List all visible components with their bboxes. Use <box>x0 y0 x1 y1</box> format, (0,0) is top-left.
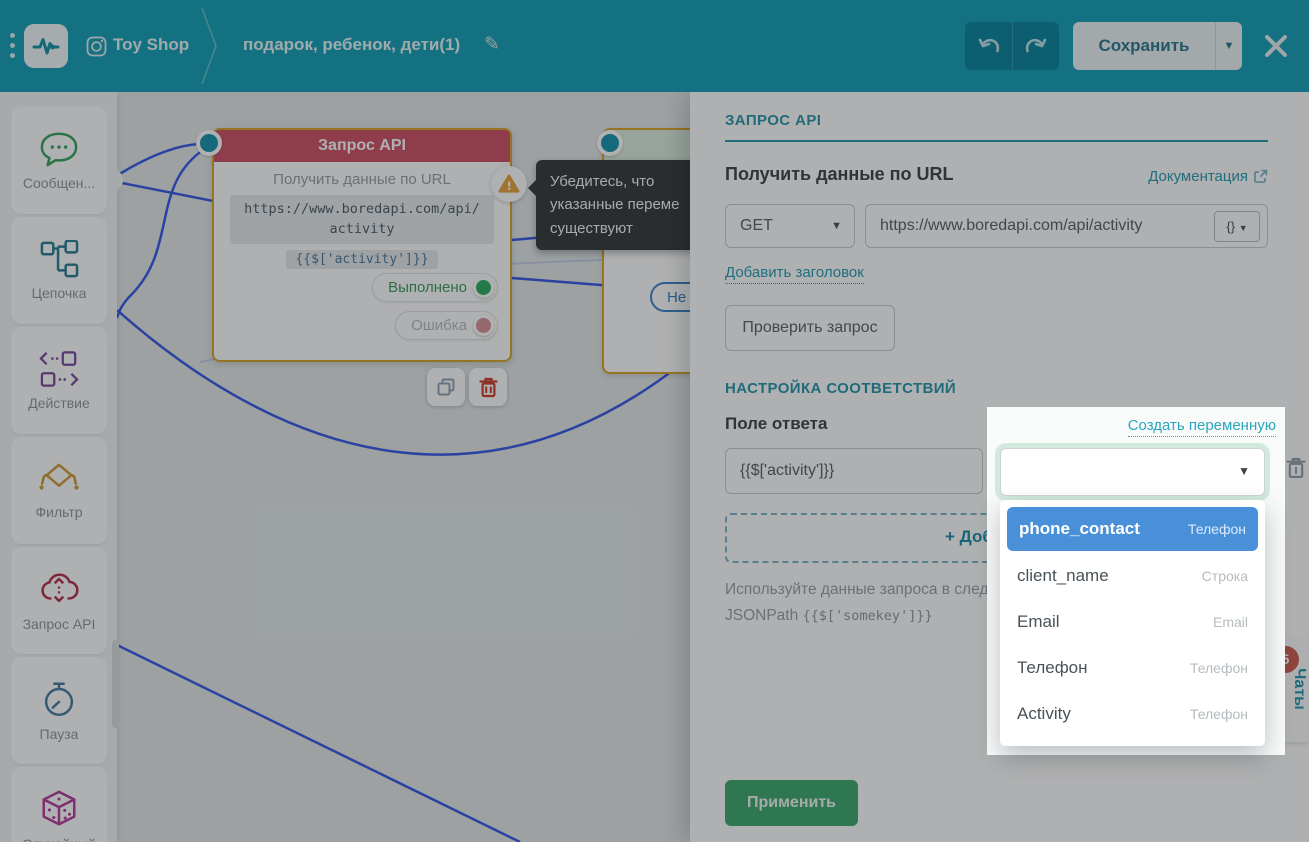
sidebar-item-message[interactable]: Сообщен... <box>11 107 107 214</box>
chevron-down-icon: ▼ <box>1238 464 1250 478</box>
api-node-subtitle: Получить данные по URL <box>214 171 510 188</box>
top-header: Toy Shop подарок, ребенок, дети(1) ✎ Сох… <box>0 0 1309 92</box>
pulse-icon <box>31 33 61 59</box>
delete-node-button[interactable] <box>469 368 507 406</box>
response-field-label: Поле ответа <box>725 414 827 434</box>
panel-section-title: ЗАПРОС API <box>725 112 821 129</box>
request-url-input[interactable]: https://www.boredapi.com/api/activity {}… <box>865 204 1268 248</box>
dropdown-item[interactable]: client_nameСтрока <box>1000 553 1265 599</box>
pause-icon <box>38 679 80 719</box>
sidebar-item-action[interactable]: Действие <box>11 327 107 434</box>
app-menu-icon[interactable] <box>8 33 20 63</box>
filter-icon <box>38 461 80 497</box>
usage-hint-text: Используйте данные запроса в следу <box>725 581 996 599</box>
http-method-select[interactable]: GET▼ <box>725 204 855 248</box>
response-field-input[interactable]: {{$['activity']}} <box>725 448 983 494</box>
api-node-url: https://www.boredapi.com/api/ activity <box>230 195 494 244</box>
trash-icon <box>479 377 498 398</box>
copy-node-button[interactable] <box>427 368 465 406</box>
check-request-button[interactable]: Проверить запрос <box>725 305 895 351</box>
hidden-node-input-port[interactable] <box>597 130 623 156</box>
action-icon <box>38 350 80 388</box>
node-palette-sidebar: Сообщен... Цепочка Действие Фильтр Запро… <box>0 92 117 842</box>
dropdown-item[interactable]: ActivityТелефон <box>1000 691 1265 737</box>
dropdown-item[interactable]: ТелефонТелефон <box>1000 645 1265 691</box>
edit-title-icon[interactable]: ✎ <box>484 33 500 55</box>
error-output-port[interactable]: Ошибка <box>395 311 498 340</box>
app-logo <box>24 24 68 68</box>
api-request-node[interactable]: Запрос API Получить данные по URL https:… <box>212 128 512 362</box>
api-request-icon <box>38 569 80 609</box>
save-dropdown-button[interactable]: ▼ <box>1215 22 1242 70</box>
chevron-down-icon: ▼ <box>831 205 842 247</box>
chats-tab-label: Чаты <box>1290 668 1308 710</box>
sidebar-item-chain[interactable]: Цепочка <box>11 217 107 324</box>
sidebar-item-api-request[interactable]: Запрос API <box>11 547 107 654</box>
remove-mapping-button[interactable] <box>1286 456 1306 485</box>
create-variable-link[interactable]: Создать переменную <box>1128 417 1276 437</box>
history-controls <box>965 22 1059 70</box>
instagram-icon <box>86 36 107 57</box>
save-button[interactable]: Сохранить <box>1073 22 1215 70</box>
save-controls: Сохранить ▼ <box>1073 22 1242 70</box>
breadcrumb-separator <box>200 6 220 86</box>
flow-title: подарок, ребенок, дети(1) <box>243 35 460 55</box>
dropdown-item[interactable]: EmailEmail <box>1000 599 1265 645</box>
success-dot[interactable] <box>473 277 494 298</box>
variable-select-popover: Создать переменную ▼ phone_contactТелефо… <box>987 407 1285 755</box>
variable-dropdown: phone_contactТелефон client_nameСтрока E… <box>1000 500 1265 746</box>
mapping-section-title: НАСТРОЙКА СООТВЕТСТВИЙ <box>725 380 956 397</box>
close-button[interactable] <box>1260 30 1292 62</box>
sidebar-scrollbar[interactable] <box>112 640 119 728</box>
close-icon <box>1260 30 1292 62</box>
redo-button[interactable] <box>1012 22 1059 70</box>
warning-icon[interactable] <box>491 166 527 202</box>
api-node-variable: {{$['activity']}} <box>286 250 437 269</box>
flow-builder-app: ... {{toys Не Запрос API Получить данные… <box>0 0 1309 842</box>
success-output-port[interactable]: Выполнено <box>372 273 498 302</box>
trash-icon <box>1286 456 1306 480</box>
apply-button[interactable]: Применить <box>725 780 858 826</box>
api-node-input-port[interactable] <box>196 130 222 156</box>
undo-icon <box>977 35 1001 57</box>
chain-icon <box>38 240 80 278</box>
dropdown-item[interactable]: phone_contactТелефон <box>1007 507 1258 551</box>
sidebar-item-pause[interactable]: Пауза <box>11 657 107 764</box>
redo-icon <box>1024 35 1048 57</box>
sidebar-item-random[interactable]: Случайный <box>11 767 107 842</box>
api-node-title: Запрос API <box>214 130 510 162</box>
request-heading: Получить данные по URL <box>725 164 954 185</box>
insert-variable-button[interactable]: {} ▼ <box>1214 211 1260 242</box>
random-icon <box>38 789 80 829</box>
section-divider <box>725 140 1268 142</box>
error-dot[interactable] <box>473 315 494 336</box>
sidebar-item-filter[interactable]: Фильтр <box>11 437 107 544</box>
add-header-link[interactable]: Добавить заголовок <box>725 264 864 284</box>
channel-name[interactable]: Toy Shop <box>113 35 189 55</box>
jsonpath-hint: JSONPath {{$['somekey']}} <box>725 607 933 625</box>
copy-icon <box>436 377 456 397</box>
validation-tooltip: Убедитесь, что указанные переме существу… <box>536 160 708 250</box>
external-link-icon <box>1253 169 1268 184</box>
undo-button[interactable] <box>965 22 1012 70</box>
message-icon <box>38 130 80 168</box>
documentation-link[interactable]: Документация <box>1148 168 1268 185</box>
variable-select[interactable]: ▼ <box>1000 448 1265 496</box>
